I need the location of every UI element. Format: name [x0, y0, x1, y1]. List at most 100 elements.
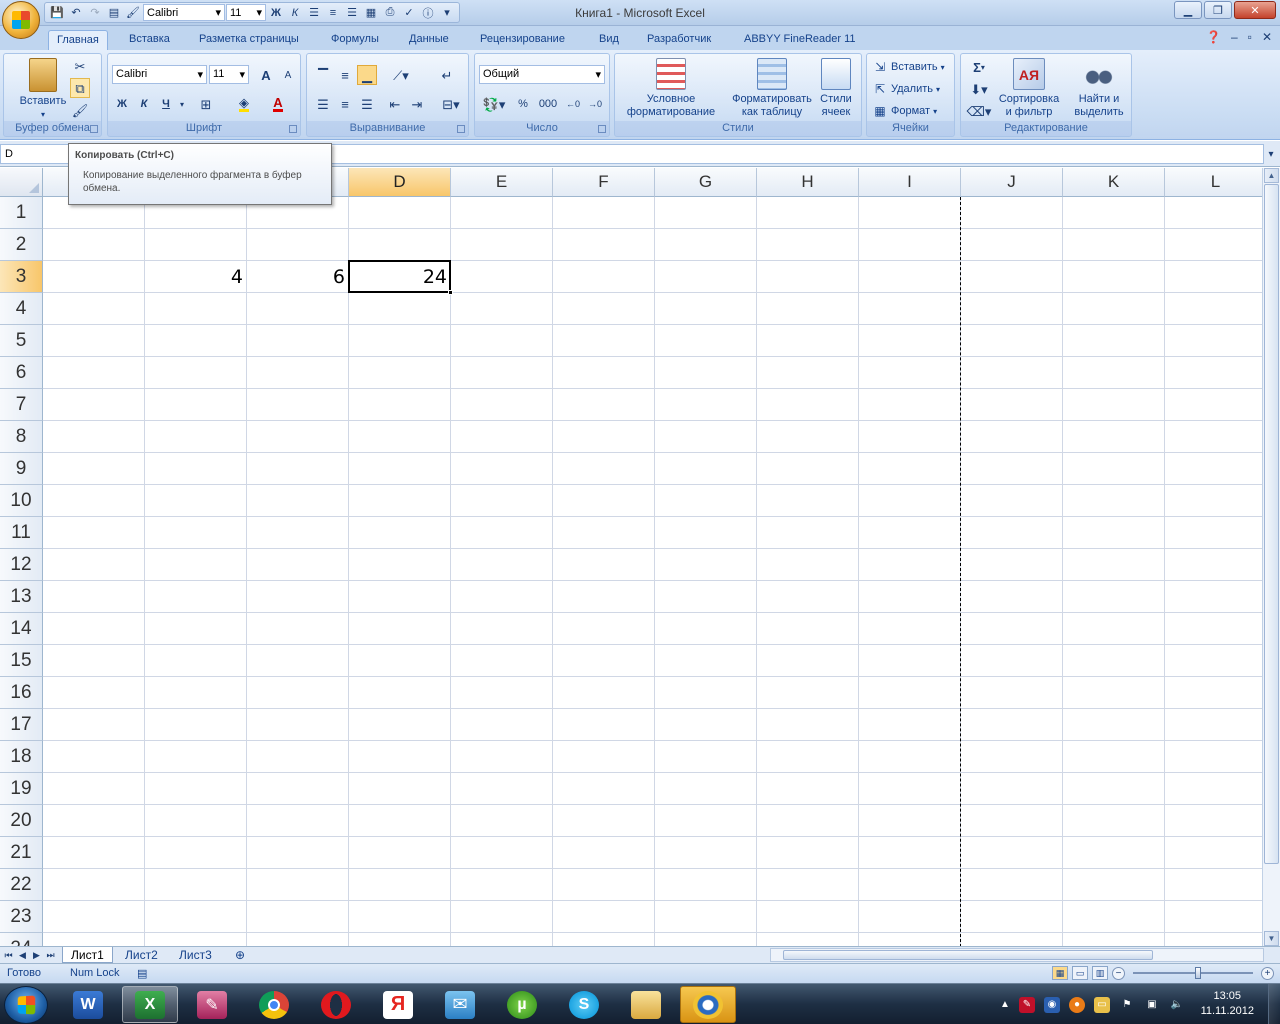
align-middle-icon[interactable]: ≡ — [335, 65, 355, 85]
tab-review[interactable]: Рецензирование — [472, 30, 573, 50]
row-header[interactable]: 15 — [0, 645, 43, 677]
align-left-icon[interactable]: ☰ — [313, 94, 333, 114]
dialog-launcher-icon[interactable] — [90, 125, 98, 133]
expand-formula-icon[interactable]: ▾ — [1264, 144, 1278, 164]
column-header[interactable]: H — [757, 168, 859, 197]
increase-decimal-icon[interactable]: ←0 — [563, 94, 583, 114]
cell-c3[interactable]: 6 — [247, 261, 349, 293]
cut-icon[interactable]: ✂ — [70, 56, 90, 76]
align-center-icon[interactable]: ≡ — [324, 4, 342, 22]
tab-insert[interactable]: Вставка — [121, 30, 178, 50]
increase-indent-icon[interactable]: ⇥ — [407, 94, 427, 114]
clock[interactable]: 13:05 11.11.2012 — [1201, 989, 1254, 1019]
taskbar-mail[interactable]: ✉ — [432, 986, 488, 1023]
folder-tray-icon[interactable]: ▭ — [1094, 996, 1110, 1013]
print-icon[interactable]: ⎙ — [381, 4, 399, 22]
tab-view[interactable]: Вид — [591, 30, 627, 50]
row-header[interactable]: 10 — [0, 485, 43, 517]
row-header[interactable]: 16 — [0, 677, 43, 709]
restore-icon[interactable]: ❐ — [1204, 1, 1232, 19]
tab-formulas[interactable]: Формулы — [323, 30, 387, 50]
prev-sheet-icon[interactable]: ◀ — [17, 949, 28, 961]
row-header[interactable]: 3 — [0, 261, 43, 293]
cell-styles-button[interactable]: Стили ячеек — [813, 58, 859, 119]
paste-button[interactable]: Вставить ▾ — [12, 58, 74, 121]
row-header[interactable]: 22 — [0, 869, 43, 901]
dialog-launcher-icon[interactable] — [598, 125, 606, 133]
horizontal-scrollbar[interactable] — [770, 948, 1264, 962]
row-header[interactable]: 4 — [0, 293, 43, 325]
row-header[interactable]: 20 — [0, 805, 43, 837]
italic-icon[interactable]: К — [286, 4, 304, 22]
redo-icon[interactable]: ↷ — [86, 4, 104, 22]
page-layout-view-icon[interactable]: ▭ — [1072, 966, 1088, 980]
first-sheet-icon[interactable]: ⏮ — [3, 949, 14, 961]
start-button[interactable] — [4, 986, 48, 1024]
merge-icon[interactable]: ▦ — [362, 4, 380, 22]
currency-icon[interactable]: 💱▾ — [479, 94, 509, 114]
autosum-button[interactable]: Σ ▾ — [965, 57, 993, 77]
row-header[interactable]: 19 — [0, 773, 43, 805]
merge-center-icon[interactable]: ⊟▾ — [437, 94, 465, 114]
spell-icon[interactable]: ✓ — [400, 4, 418, 22]
align-center-icon[interactable]: ≡ — [335, 94, 355, 114]
sheet-tab-1[interactable]: Лист1 — [62, 947, 113, 963]
fill-icon[interactable]: ⬇▾ — [965, 79, 993, 99]
conditional-formatting-button[interactable]: Условное форматирование — [619, 58, 723, 119]
horizontal-scroll-thumb[interactable] — [783, 950, 1153, 960]
decrease-decimal-icon[interactable]: →0 — [585, 94, 605, 114]
row-header[interactable]: 14 — [0, 613, 43, 645]
vertical-scrollbar[interactable]: ▲ ▼ — [1262, 168, 1280, 946]
undo-icon[interactable]: ↶ — [67, 4, 85, 22]
show-desktop-button[interactable] — [1268, 984, 1280, 1024]
taskbar-explorer[interactable] — [618, 986, 674, 1023]
row-header[interactable]: 7 — [0, 389, 43, 421]
volume-tray-icon[interactable]: 🔈 — [1169, 997, 1185, 1013]
network-tray-icon[interactable]: ◉ — [1044, 996, 1060, 1013]
delete-cells-button[interactable]: ⇱ Удалить ▾ — [872, 79, 940, 99]
column-header[interactable]: J — [961, 168, 1063, 197]
row-header[interactable]: 8 — [0, 421, 43, 453]
orientation-icon[interactable]: ⟋▾ — [387, 65, 415, 85]
firefox-tray-icon[interactable]: ● — [1069, 996, 1085, 1013]
office-button[interactable] — [2, 1, 40, 39]
next-sheet-icon[interactable]: ▶ — [31, 949, 42, 961]
zoom-out-icon[interactable]: − — [1112, 966, 1125, 980]
tab-abbyy[interactable]: ABBYY FineReader 11 — [736, 30, 864, 50]
doc-close-icon[interactable]: ✕ — [1262, 30, 1272, 44]
taskbar-opera[interactable] — [308, 986, 364, 1023]
row-header[interactable]: 18 — [0, 741, 43, 773]
taskbar-yandex[interactable]: Я — [370, 986, 426, 1023]
row-header[interactable]: 9 — [0, 453, 43, 485]
row-header[interactable]: 24 — [0, 933, 43, 946]
row-header[interactable]: 2 — [0, 229, 43, 261]
wrap-text-icon[interactable]: ↵ — [437, 65, 457, 85]
bold-icon[interactable]: Ж — [267, 4, 285, 22]
scroll-down-icon[interactable]: ▼ — [1264, 931, 1279, 946]
column-header[interactable]: F — [553, 168, 655, 197]
close-icon[interactable]: ✕ — [1234, 1, 1276, 19]
page-break-view-icon[interactable]: ▥ — [1092, 966, 1108, 980]
align-left-icon[interactable]: ☰ — [305, 4, 323, 22]
dialog-launcher-icon[interactable] — [457, 125, 465, 133]
taskbar-skype[interactable]: S — [556, 986, 612, 1023]
name-box[interactable]: D — [0, 144, 70, 164]
normal-view-icon[interactable]: ▦ — [1052, 966, 1068, 980]
copy-icon[interactable]: ⧉ — [70, 78, 90, 98]
tab-data[interactable]: Данные — [401, 30, 457, 50]
format-painter-icon[interactable]: 🖌 — [70, 100, 90, 120]
row-header[interactable]: 1 — [0, 197, 43, 229]
tab-home[interactable]: Главная — [48, 30, 108, 50]
tab-page-layout[interactable]: Разметка страницы — [191, 30, 307, 50]
scroll-up-icon[interactable]: ▲ — [1264, 168, 1279, 183]
macro-record-icon[interactable]: ▤ — [137, 967, 147, 980]
format-as-table-button[interactable]: Форматировать как таблицу — [723, 58, 821, 119]
zoom-in-icon[interactable]: + — [1261, 966, 1274, 980]
row-header[interactable]: 23 — [0, 901, 43, 933]
decrease-indent-icon[interactable]: ⇤ — [385, 94, 405, 114]
taskbar-excel[interactable]: X — [122, 986, 178, 1023]
fill-handle[interactable] — [448, 290, 453, 295]
format-cells-button[interactable]: ▦ Формат ▾ — [872, 101, 937, 121]
taskbar-chrome[interactable] — [246, 986, 302, 1023]
minimize-icon[interactable]: ▁ — [1174, 1, 1202, 19]
